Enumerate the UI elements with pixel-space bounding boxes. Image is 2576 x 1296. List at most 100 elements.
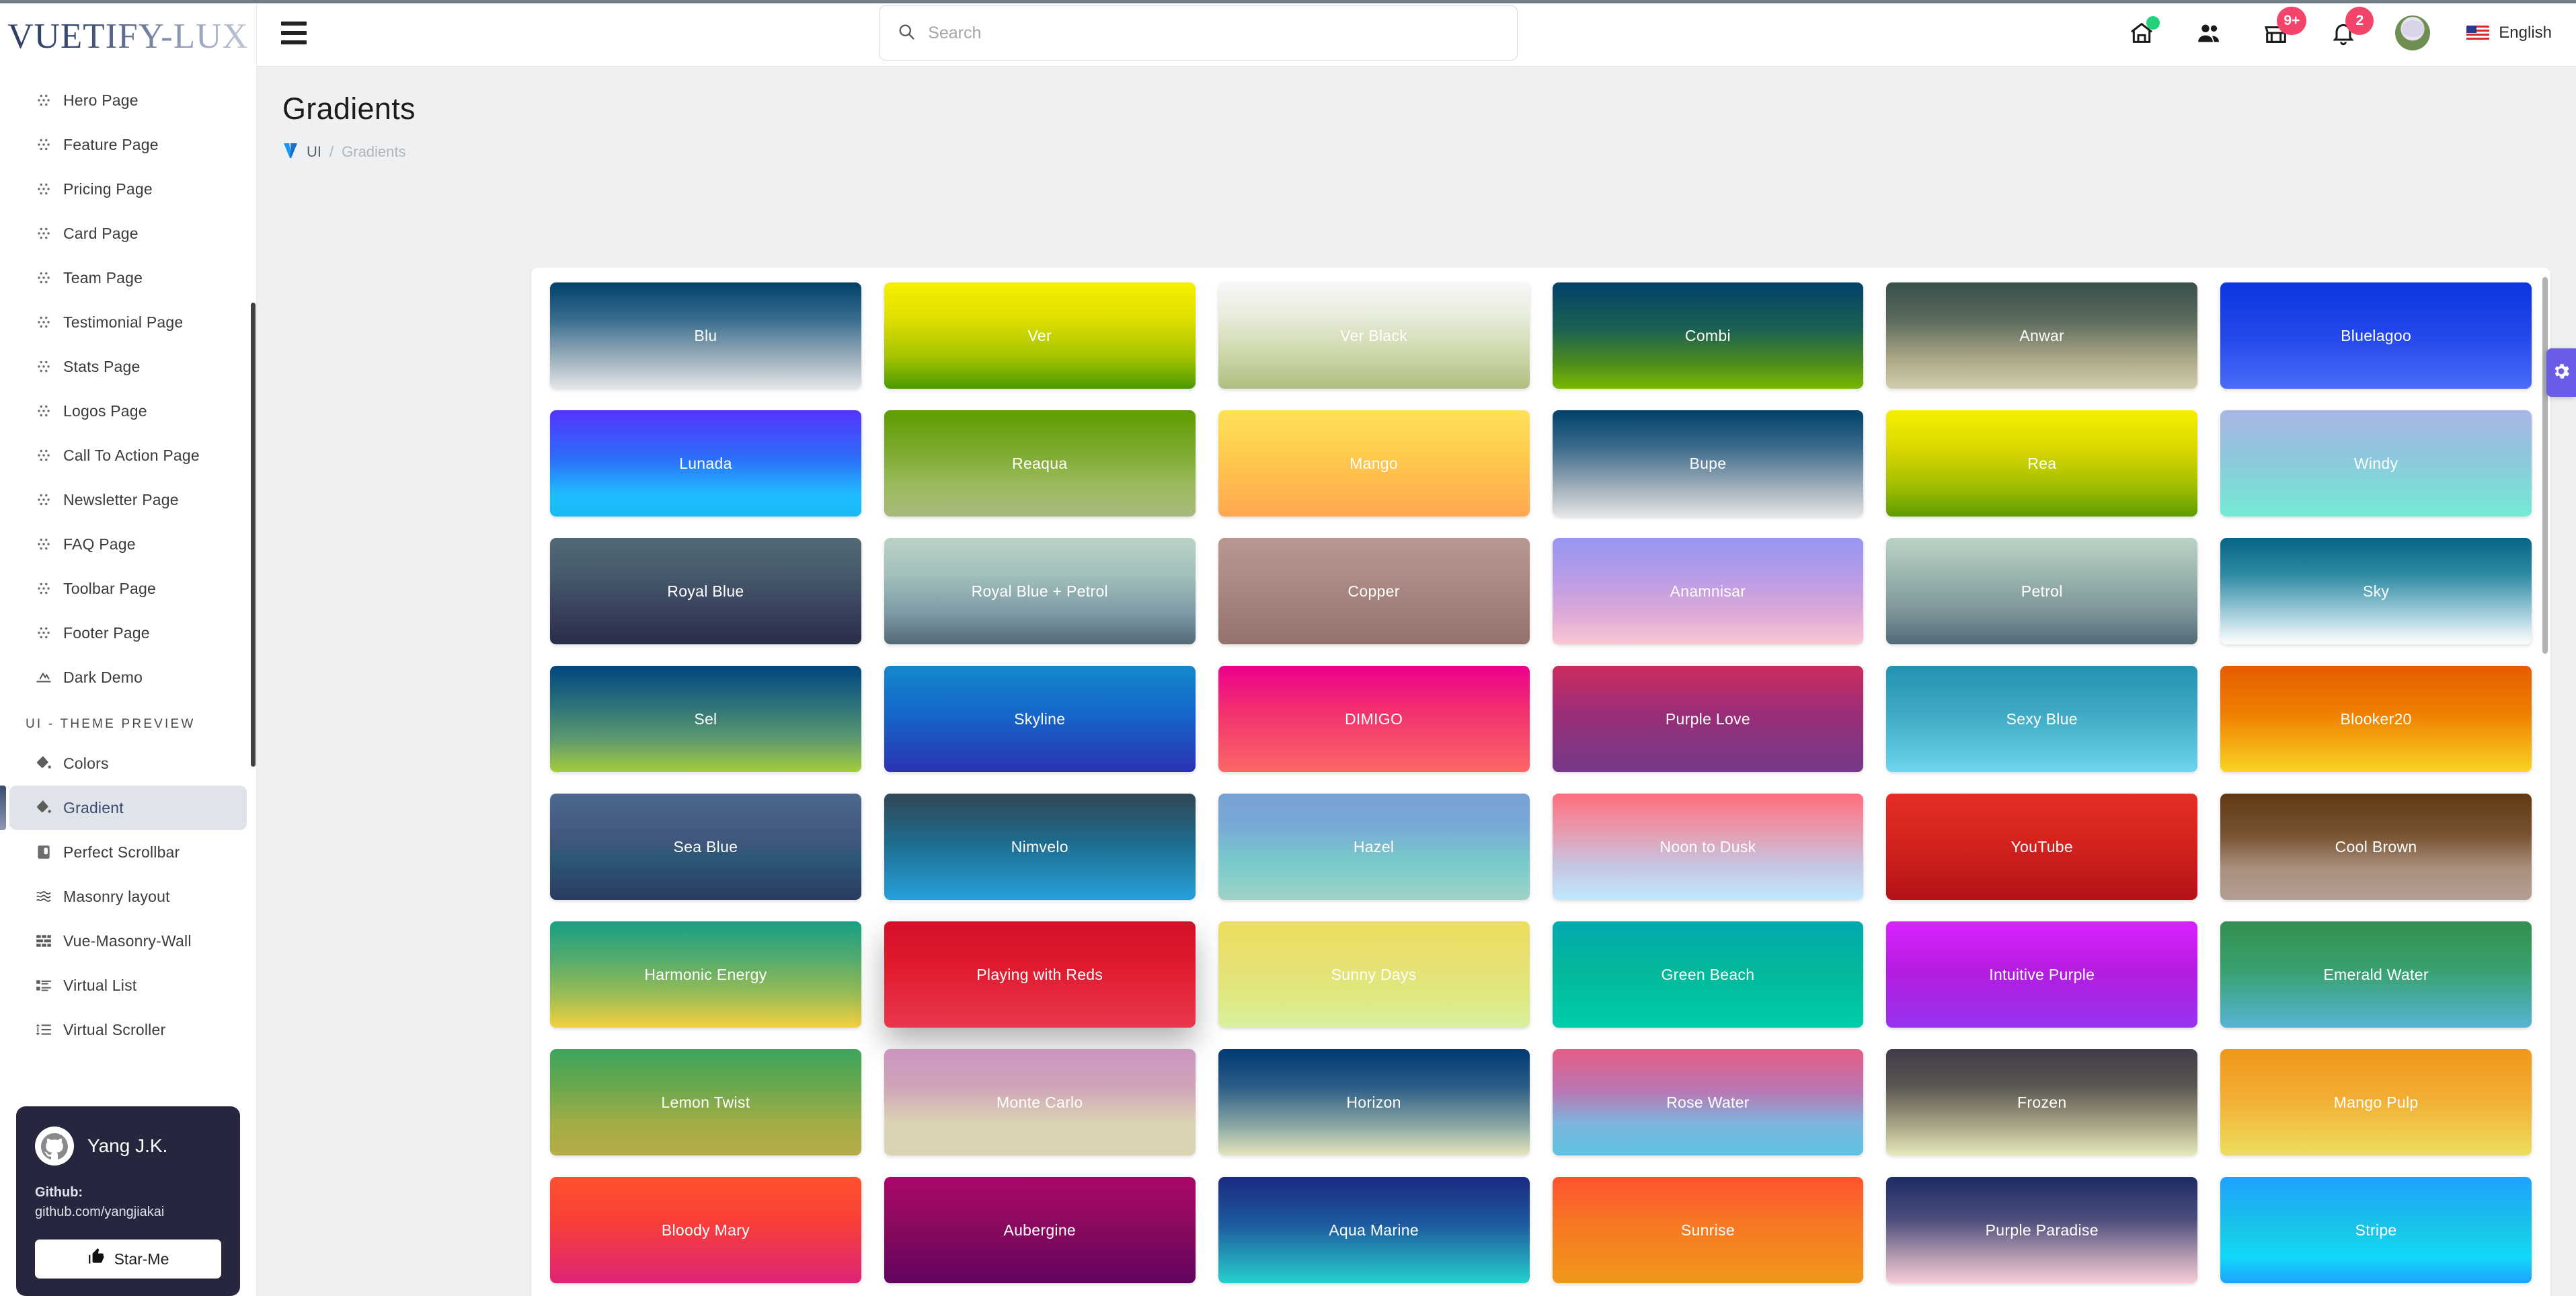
gradient-card[interactable]: Blu xyxy=(550,282,861,389)
gradient-card[interactable]: Sky xyxy=(2220,538,2532,644)
breadcrumb-root[interactable]: UI xyxy=(307,143,321,161)
gradient-card[interactable]: Royal Blue xyxy=(550,538,861,644)
sidebar-item-vue-masonry-wall[interactable]: Vue-Masonry-Wall xyxy=(9,919,247,963)
gradient-card[interactable]: Nimvelo xyxy=(884,794,1196,900)
sidebar-item-logos-page[interactable]: Logos Page xyxy=(9,389,247,433)
gradient-card[interactable]: Sea Blue xyxy=(550,794,861,900)
sidebar-item-faq-page[interactable]: FAQ Page xyxy=(9,522,247,566)
sidebar-item-testimonial-page[interactable]: Testimonial Page xyxy=(9,300,247,344)
breadcrumb-current: Gradients xyxy=(342,143,406,160)
gradient-card[interactable]: Aqua Marine xyxy=(1218,1177,1530,1283)
sidebar-item-virtual-list[interactable]: Virtual List xyxy=(9,963,247,1007)
gradient-card-label: Royal Blue xyxy=(667,582,744,600)
hamburger-icon[interactable] xyxy=(273,14,311,52)
dots-icon xyxy=(35,535,63,553)
scroll-list-icon xyxy=(35,1021,63,1038)
gradient-card[interactable]: Harmonic Energy xyxy=(550,921,861,1028)
gradient-card[interactable]: Rea xyxy=(1886,410,2198,517)
sidebar-item-footer-page[interactable]: Footer Page xyxy=(9,611,247,655)
cart-icon[interactable]: 9+ xyxy=(2261,7,2307,48)
gradient-card[interactable]: Blooker20 xyxy=(2220,666,2532,772)
sidebar-item-card-page[interactable]: Card Page xyxy=(9,211,247,256)
sidebar-item-virtual-scroller[interactable]: Virtual Scroller xyxy=(9,1007,247,1052)
gradient-card[interactable]: Windy xyxy=(2220,410,2532,517)
gradient-card[interactable]: Royal Blue + Petrol xyxy=(884,538,1196,644)
gradient-card[interactable]: Mango xyxy=(1218,410,1530,517)
content-scrollbar[interactable] xyxy=(2542,277,2548,654)
gradient-card-label: Anamnisar xyxy=(1670,582,1746,600)
sidebar-item-masonry-layout[interactable]: Masonry layout xyxy=(9,874,247,919)
sidebar-scrollbar[interactable] xyxy=(251,303,256,767)
gradient-card[interactable]: Ver Black xyxy=(1218,282,1530,389)
gradient-card[interactable]: Lunada xyxy=(550,410,861,517)
gradient-card-label: Sunrise xyxy=(1680,1221,1735,1239)
sidebar-item-stats-page[interactable]: Stats Page xyxy=(9,344,247,389)
github-card-header: Yang J.K. xyxy=(35,1127,221,1166)
gradient-card[interactable]: Bluelagoo xyxy=(2220,282,2532,389)
gradient-card[interactable]: Sunny Days xyxy=(1218,921,1530,1028)
gradient-card[interactable]: Skyline xyxy=(884,666,1196,772)
gradient-card[interactable]: Green Beach xyxy=(1552,921,1864,1028)
sidebar-item-team-page[interactable]: Team Page xyxy=(9,256,247,300)
gradient-card-label: Bupe xyxy=(1689,454,1727,472)
github-url[interactable]: github.com/yangjiakai xyxy=(35,1205,164,1219)
star-me-button[interactable]: Star-Me xyxy=(35,1240,221,1279)
gradient-card[interactable]: Combi xyxy=(1552,282,1864,389)
gradient-card[interactable]: Aubergine xyxy=(884,1177,1196,1283)
sidebar-item-newsletter-page[interactable]: Newsletter Page xyxy=(9,478,247,522)
gradient-card[interactable]: Copper xyxy=(1218,538,1530,644)
gradient-card[interactable]: Emerald Water xyxy=(2220,921,2532,1028)
sidebar-item-toolbar-page[interactable]: Toolbar Page xyxy=(9,566,247,611)
sidebar-item-perfect-scrollbar[interactable]: Perfect Scrollbar xyxy=(9,830,247,874)
gradient-card[interactable]: Monte Carlo xyxy=(884,1049,1196,1155)
avatar[interactable] xyxy=(2395,15,2431,50)
sidebar-item-colors[interactable]: Colors xyxy=(9,741,247,786)
gradient-card-label: Mango xyxy=(1350,454,1398,472)
gradient-card[interactable]: Lemon Twist xyxy=(550,1049,861,1155)
gradient-card[interactable]: Stripe xyxy=(2220,1177,2532,1283)
gradient-card[interactable]: Hazel xyxy=(1218,794,1530,900)
gradient-card[interactable]: Anwar xyxy=(1886,282,2198,389)
sidebar-item-gradient[interactable]: Gradient xyxy=(0,786,247,830)
sidebar-item-call-to-action-page[interactable]: Call To Action Page xyxy=(9,433,247,478)
sidebar-item-dark-demo[interactable]: Dark Demo xyxy=(9,655,247,699)
gradient-card[interactable]: Cool Brown xyxy=(2220,794,2532,900)
bell-icon[interactable]: 2 xyxy=(2328,7,2374,48)
sidebar-nav-scroll[interactable]: Hero Page Feature Page Pricing Page Card Pa… xyxy=(0,73,256,1100)
gradient-card[interactable]: Frozen xyxy=(1886,1049,2198,1155)
gradient-card[interactable]: DIMIGO xyxy=(1218,666,1530,772)
gradient-card[interactable]: Bupe xyxy=(1552,410,1864,517)
gradient-card[interactable]: Rose Water xyxy=(1552,1049,1864,1155)
breadcrumb-separator: / xyxy=(329,143,334,160)
gradient-card-label: Combi xyxy=(1684,326,1731,344)
sidebar-item-feature-page[interactable]: Feature Page xyxy=(9,122,247,167)
home-icon[interactable] xyxy=(2126,16,2160,48)
gradient-card[interactable]: Noon to Dusk xyxy=(1552,794,1864,900)
gradient-card[interactable]: Ver xyxy=(884,282,1196,389)
gradient-card[interactable]: Purple Love xyxy=(1552,666,1864,772)
gradient-card[interactable]: Intuitive Purple xyxy=(1886,921,2198,1028)
page-content: Gradients UI / Gradients Blu Ver Ver Black… xyxy=(257,66,2576,1296)
sidebar-item-hero-page[interactable]: Hero Page xyxy=(9,78,247,122)
people-icon[interactable] xyxy=(2193,17,2224,48)
gradient-card[interactable]: Sexy Blue xyxy=(1886,666,2198,772)
gradient-card[interactable]: Horizon xyxy=(1218,1049,1530,1155)
sidebar-item-pricing-page[interactable]: Pricing Page xyxy=(9,167,247,211)
gradient-card[interactable]: Bloody Mary xyxy=(550,1177,861,1283)
gradient-card[interactable]: Reaqua xyxy=(884,410,1196,517)
gradient-card[interactable]: Petrol xyxy=(1886,538,2198,644)
gradient-card[interactable]: Playing with Reds xyxy=(884,921,1196,1028)
settings-fab[interactable] xyxy=(2546,348,2576,397)
brand-logo[interactable]: VUETIFY-LUX xyxy=(0,0,256,73)
language-selector[interactable]: English xyxy=(2466,24,2552,42)
gradient-card[interactable]: YouTube xyxy=(1886,794,2198,900)
search-input[interactable] xyxy=(928,23,1500,43)
gradient-card[interactable]: Sel xyxy=(550,666,861,772)
waves-icon xyxy=(35,888,63,905)
gradient-card[interactable]: Mango Pulp xyxy=(2220,1049,2532,1155)
github-card: Yang J.K. Github: github.com/yangjiakai … xyxy=(16,1106,240,1296)
gradient-card[interactable]: Sunrise xyxy=(1552,1177,1864,1283)
gradient-card[interactable]: Purple Paradise xyxy=(1886,1177,2198,1283)
gradient-card[interactable]: Anamnisar xyxy=(1552,538,1864,644)
search-box[interactable] xyxy=(879,5,1518,61)
